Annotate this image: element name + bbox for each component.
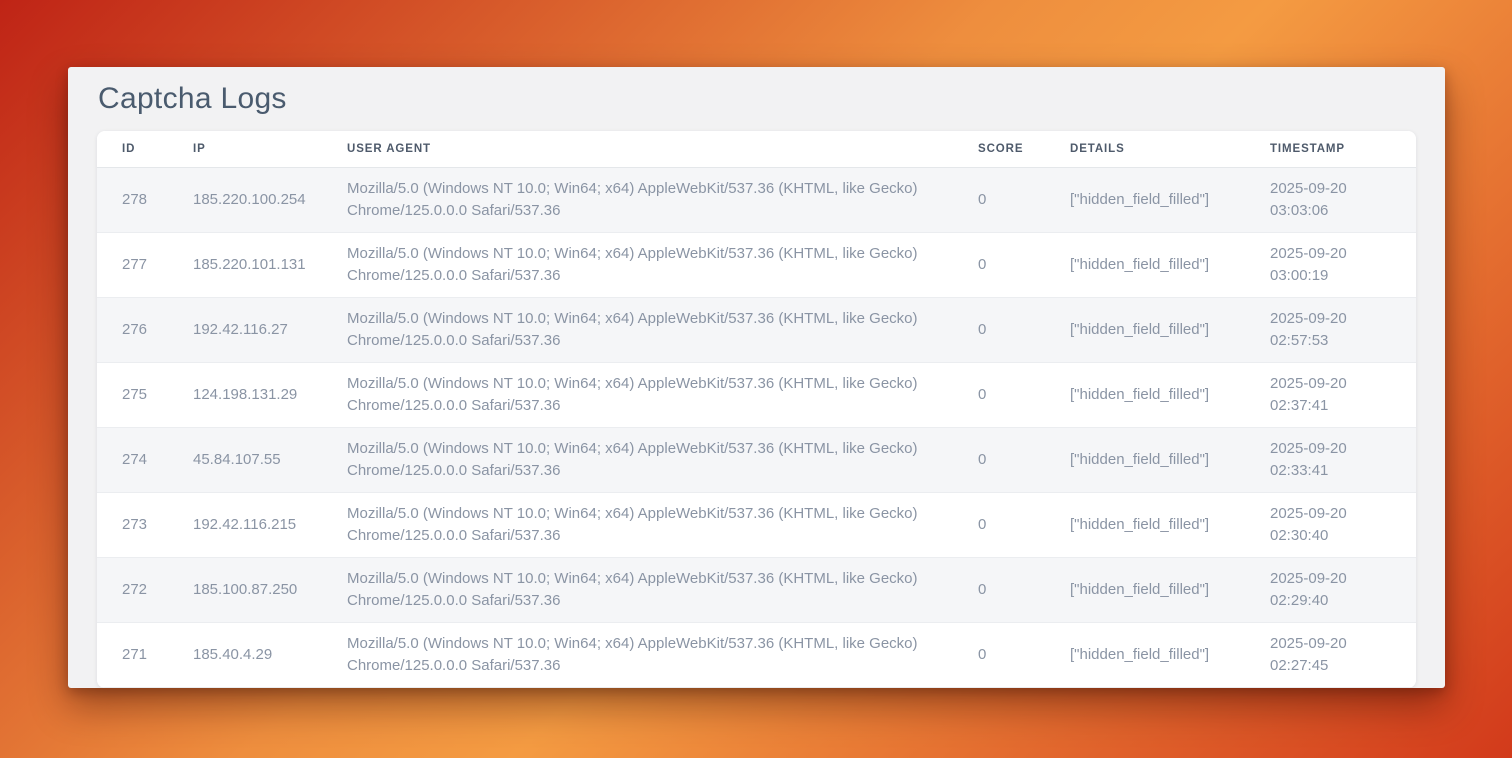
column-header-ip: IP [193,143,347,155]
cell-id: 275 [122,384,193,406]
table-row: 272 185.100.87.250 Mozilla/5.0 (Windows … [97,558,1416,623]
table-row: 273 192.42.116.215 Mozilla/5.0 (Windows … [97,493,1416,558]
cell-details: ["hidden_field_filled"] [1070,514,1270,536]
cell-ip: 185.100.87.250 [193,579,347,601]
cell-ip: 185.40.4.29 [193,644,347,666]
table-row: 278 185.220.100.254 Mozilla/5.0 (Windows… [97,168,1416,233]
cell-ip: 192.42.116.27 [193,319,347,341]
cell-user-agent: Mozilla/5.0 (Windows NT 10.0; Win64; x64… [347,438,978,482]
cell-timestamp: 2025-09-20 02:57:53 [1270,308,1416,352]
cell-user-agent: Mozilla/5.0 (Windows NT 10.0; Win64; x64… [347,633,978,677]
cell-id: 272 [122,579,193,601]
cell-timestamp: 2025-09-20 02:30:40 [1270,503,1416,547]
cell-user-agent: Mozilla/5.0 (Windows NT 10.0; Win64; x64… [347,568,978,612]
cell-ip: 45.84.107.55 [193,449,347,471]
table-row: 275 124.198.131.29 Mozilla/5.0 (Windows … [97,363,1416,428]
cell-user-agent: Mozilla/5.0 (Windows NT 10.0; Win64; x64… [347,178,978,222]
cell-id: 276 [122,319,193,341]
cell-details: ["hidden_field_filled"] [1070,189,1270,211]
cell-score: 0 [978,189,1070,211]
column-header-timestamp: TIMESTAMP [1270,143,1416,155]
cell-score: 0 [978,254,1070,276]
cell-ip: 185.220.100.254 [193,189,347,211]
column-header-id: ID [122,143,193,155]
cell-user-agent: Mozilla/5.0 (Windows NT 10.0; Win64; x64… [347,243,978,287]
cell-score: 0 [978,514,1070,536]
cell-timestamp: 2025-09-20 03:00:19 [1270,243,1416,287]
page-background: Captcha Logs ID IP USER AGENT SCORE DETA… [0,0,1512,758]
column-header-details: DETAILS [1070,143,1270,155]
cell-user-agent: Mozilla/5.0 (Windows NT 10.0; Win64; x64… [347,308,978,352]
cell-id: 271 [122,644,193,666]
cell-id: 274 [122,449,193,471]
cell-details: ["hidden_field_filled"] [1070,384,1270,406]
cell-score: 0 [978,449,1070,471]
table-body: 278 185.220.100.254 Mozilla/5.0 (Windows… [97,168,1416,688]
cell-timestamp: 2025-09-20 02:37:41 [1270,373,1416,417]
table-row: 271 185.40.4.29 Mozilla/5.0 (Windows NT … [97,623,1416,688]
captcha-logs-card: Captcha Logs ID IP USER AGENT SCORE DETA… [68,67,1445,688]
cell-id: 278 [122,189,193,211]
column-header-user-agent: USER AGENT [347,143,978,155]
table-header-row: ID IP USER AGENT SCORE DETAILS TIMESTAMP [97,131,1416,168]
cell-score: 0 [978,384,1070,406]
cell-ip: 192.42.116.215 [193,514,347,536]
cell-details: ["hidden_field_filled"] [1070,254,1270,276]
cell-details: ["hidden_field_filled"] [1070,644,1270,666]
cell-timestamp: 2025-09-20 03:03:06 [1270,178,1416,222]
cell-timestamp: 2025-09-20 02:33:41 [1270,438,1416,482]
cell-id: 277 [122,254,193,276]
page-title: Captcha Logs [68,67,1445,131]
captcha-logs-table: ID IP USER AGENT SCORE DETAILS TIMESTAMP… [97,131,1416,688]
cell-score: 0 [978,319,1070,341]
table-row: 274 45.84.107.55 Mozilla/5.0 (Windows NT… [97,428,1416,493]
table-row: 276 192.42.116.27 Mozilla/5.0 (Windows N… [97,298,1416,363]
cell-user-agent: Mozilla/5.0 (Windows NT 10.0; Win64; x64… [347,373,978,417]
table-row: 277 185.220.101.131 Mozilla/5.0 (Windows… [97,233,1416,298]
column-header-score: SCORE [978,143,1070,155]
cell-score: 0 [978,644,1070,666]
cell-score: 0 [978,579,1070,601]
cell-timestamp: 2025-09-20 02:27:45 [1270,633,1416,677]
cell-details: ["hidden_field_filled"] [1070,319,1270,341]
cell-details: ["hidden_field_filled"] [1070,449,1270,471]
cell-details: ["hidden_field_filled"] [1070,579,1270,601]
cell-timestamp: 2025-09-20 02:29:40 [1270,568,1416,612]
cell-user-agent: Mozilla/5.0 (Windows NT 10.0; Win64; x64… [347,503,978,547]
cell-ip: 124.198.131.29 [193,384,347,406]
cell-ip: 185.220.101.131 [193,254,347,276]
cell-id: 273 [122,514,193,536]
